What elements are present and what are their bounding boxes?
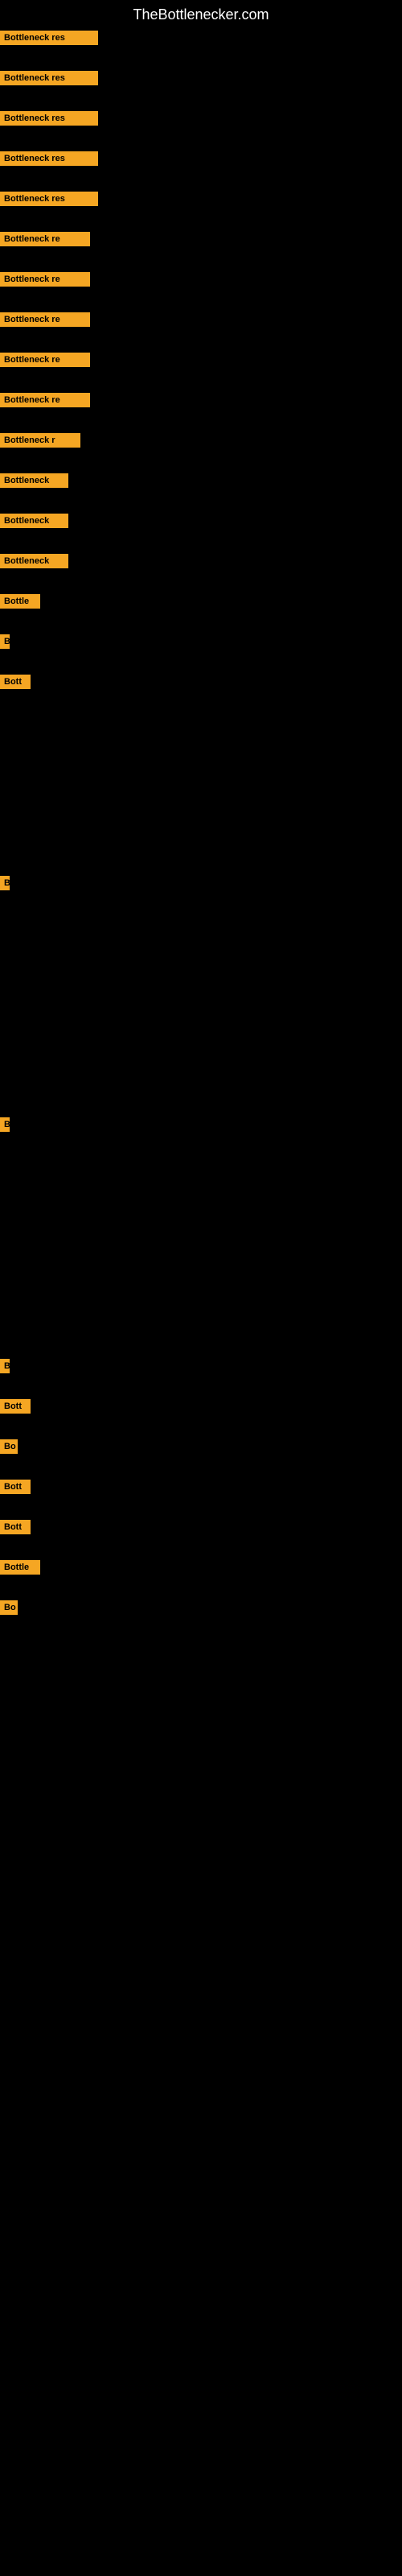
bottleneck-label-22[interactable]: Bo xyxy=(0,1439,18,1454)
bottleneck-label-20[interactable]: B xyxy=(0,1359,10,1373)
bottleneck-label-2[interactable]: Bottleneck res xyxy=(0,71,98,85)
bottleneck-label-11[interactable]: Bottleneck r xyxy=(0,433,80,448)
bottleneck-label-13[interactable]: Bottleneck xyxy=(0,514,68,528)
bottleneck-label-10[interactable]: Bottleneck re xyxy=(0,393,90,407)
bottleneck-label-1[interactable]: Bottleneck res xyxy=(0,31,98,45)
bottleneck-label-8[interactable]: Bottleneck re xyxy=(0,312,90,327)
bottleneck-label-12[interactable]: Bottleneck xyxy=(0,473,68,488)
bottleneck-label-19[interactable]: B xyxy=(0,1117,10,1132)
bottleneck-label-14[interactable]: Bottleneck xyxy=(0,554,68,568)
bottleneck-label-9[interactable]: Bottleneck re xyxy=(0,353,90,367)
bottleneck-label-4[interactable]: Bottleneck res xyxy=(0,151,98,166)
bottleneck-label-26[interactable]: Bo xyxy=(0,1600,18,1615)
bottleneck-label-17[interactable]: Bott xyxy=(0,675,31,689)
bottleneck-label-23[interactable]: Bott xyxy=(0,1480,31,1494)
bottleneck-label-21[interactable]: Bott xyxy=(0,1399,31,1414)
bottleneck-label-3[interactable]: Bottleneck res xyxy=(0,111,98,126)
bottleneck-label-7[interactable]: Bottleneck re xyxy=(0,272,90,287)
bottleneck-label-25[interactable]: Bottle xyxy=(0,1560,40,1575)
site-title: TheBottlenecker.com xyxy=(0,0,402,30)
bottleneck-label-6[interactable]: Bottleneck re xyxy=(0,232,90,246)
bottleneck-label-16[interactable]: B xyxy=(0,634,10,649)
bottleneck-label-5[interactable]: Bottleneck res xyxy=(0,192,98,206)
bottleneck-label-24[interactable]: Bott xyxy=(0,1520,31,1534)
bottleneck-label-15[interactable]: Bottle xyxy=(0,594,40,609)
bottleneck-label-18[interactable]: B xyxy=(0,876,10,890)
